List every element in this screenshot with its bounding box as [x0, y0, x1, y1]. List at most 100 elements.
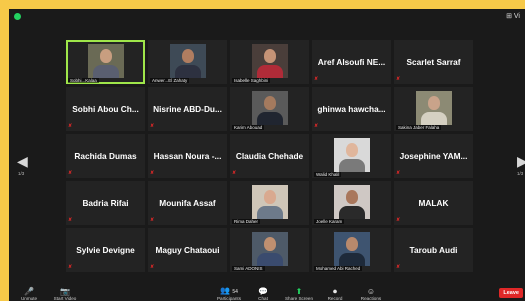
participant-video	[252, 91, 288, 125]
gallery-grid: Sobhi...Kalaa Anwer...El Zahaty Isabelle S…	[66, 40, 473, 272]
participant-tile[interactable]: Anwer...El Zahaty	[148, 40, 227, 84]
participant-tile[interactable]: Isabelle Saghbini	[230, 40, 309, 84]
participant-name: Rachida Dumas	[74, 151, 137, 161]
mic-muted-icon: ✘	[68, 217, 73, 223]
view-button[interactable]: ⊞ Vi	[506, 12, 520, 20]
participant-tile[interactable]: Aref Alsoufi NE... ✘	[312, 40, 391, 84]
share-screen-button[interactable]: ⬆ Share Screen	[281, 288, 317, 301]
unmute-button[interactable]: 🎤 Unmute	[11, 288, 47, 301]
record-label: Record	[327, 296, 343, 301]
participant-caption: Joelle Karam	[314, 219, 345, 224]
participant-video	[334, 185, 370, 219]
participant-tile[interactable]: Josephine YAM... ✘	[394, 134, 473, 178]
participants-button[interactable]: 👥 54 Participants	[211, 287, 247, 301]
mic-muted-icon: ✘	[150, 170, 155, 176]
participant-tile[interactable]: Sobhi...Kalaa	[66, 40, 145, 84]
participant-video	[170, 44, 206, 78]
participant-tile[interactable]: Rachida Dumas ✘	[66, 134, 145, 178]
participant-tile[interactable]: Badria Rifai ✘	[66, 181, 145, 225]
participant-name: Badria Rifai	[82, 198, 129, 208]
participant-tile[interactable]: MALAK ✘	[394, 181, 473, 225]
prev-page-arrow-icon[interactable]: ◀	[17, 153, 28, 170]
participant-video	[252, 232, 288, 266]
participant-tile[interactable]: Taroub Audi ✘	[394, 228, 473, 272]
reactions-button[interactable]: ☺ Reactions	[353, 288, 389, 301]
participant-video	[252, 44, 288, 78]
participant-tile[interactable]: Sylvie Devigne ✘	[66, 228, 145, 272]
meeting-toolbar: 🎤 Unmute 📷 Start Video 👥 54 Participants…	[9, 287, 525, 301]
share-screen-label: Share Screen	[284, 296, 314, 301]
security-shield-icon[interactable]	[14, 13, 21, 20]
participant-video	[334, 232, 370, 266]
record-icon: ⏺	[333, 287, 337, 296]
mic-muted-icon: ✘	[68, 170, 73, 176]
participant-tile[interactable]: Walid Khalil	[312, 134, 391, 178]
camera-icon: 📷	[60, 287, 70, 296]
participant-name: ghinwa hawcha...	[317, 104, 386, 114]
participant-caption: Sobhi...Kalaa	[68, 78, 99, 83]
participant-caption: Rima Daher	[232, 219, 261, 224]
leave-button[interactable]: Leave	[499, 288, 523, 298]
next-page-arrow-icon[interactable]: ▶	[517, 153, 525, 170]
reactions-icon: ☺	[366, 287, 376, 296]
participant-tile[interactable]: Maguy Chataoui ✘	[148, 228, 227, 272]
participant-tile[interactable]: Joelle Karam	[312, 181, 391, 225]
participant-name: Sobhi Abou Ch...	[72, 104, 139, 114]
start-video-label: Start Video	[53, 296, 77, 301]
mic-muted-icon: ✘	[314, 123, 319, 129]
participant-name: Scarlet Sarraf	[406, 57, 461, 67]
chat-label: Chat	[258, 296, 268, 301]
participant-tile[interactable]: Claudia Chehade ✘	[230, 134, 309, 178]
mic-muted-icon: ✘	[150, 264, 155, 270]
mic-muted-icon: ✘	[396, 264, 401, 270]
record-button[interactable]: ⏺ Record	[317, 288, 353, 301]
participant-tile[interactable]: Sami ADONIS	[230, 228, 309, 272]
mic-muted-icon: ✘	[150, 123, 155, 129]
participant-name: Josephine YAM...	[399, 151, 468, 161]
participant-tile[interactable]: Scarlet Sarraf ✘	[394, 40, 473, 84]
participant-name: MALAK	[418, 198, 449, 208]
microphone-icon: 🎤	[24, 287, 34, 296]
chat-icon: 💬	[258, 287, 268, 296]
prev-page-label: 1/3	[18, 171, 25, 176]
participants-icon: 👥 54	[220, 286, 238, 296]
participant-caption: Isabelle Saghbini	[232, 78, 271, 83]
participant-tile[interactable]: Sakina Jaber Falaha	[394, 87, 473, 131]
participant-name: Sylvie Devigne	[76, 245, 135, 255]
mic-muted-icon: ✘	[396, 76, 401, 82]
participant-caption: Anwer...El Zahaty	[150, 78, 190, 83]
participant-tile[interactable]: Karim Abouad	[230, 87, 309, 131]
participant-video	[416, 91, 452, 125]
mic-muted-icon: ✘	[68, 264, 73, 270]
participant-tile[interactable]: Mohamed Abi Rached	[312, 228, 391, 272]
chat-button[interactable]: 💬 Chat	[245, 288, 281, 301]
unmute-label: Unmute	[20, 296, 38, 301]
mic-muted-icon: ✘	[396, 217, 401, 223]
participant-name: Claudia Chehade	[235, 151, 304, 161]
participant-name: Mounifa Assaf	[159, 198, 216, 208]
participant-caption: Mohamed Abi Rached	[314, 266, 363, 271]
mic-muted-icon: ✘	[396, 170, 401, 176]
participant-video	[88, 44, 124, 78]
participant-video	[252, 185, 288, 219]
participant-tile[interactable]: Rima Daher	[230, 181, 309, 225]
participant-tile[interactable]: Nisrine ABD-Du... ✘	[148, 87, 227, 131]
participant-name: Maguy Chataoui	[155, 245, 220, 255]
start-video-button[interactable]: 📷 Start Video	[47, 288, 83, 301]
participant-video	[334, 138, 370, 172]
participant-tile[interactable]: Mounifa Assaf ✘	[148, 181, 227, 225]
participant-tile[interactable]: Sobhi Abou Ch... ✘	[66, 87, 145, 131]
participant-name: Aref Alsoufi NE...	[317, 57, 386, 67]
participant-caption: Sakina Jaber Falaha	[396, 125, 442, 130]
participants-label: Participants	[216, 296, 241, 301]
mic-muted-icon: ✘	[68, 123, 73, 129]
participant-name: Taroub Audi	[409, 245, 458, 255]
participant-tile[interactable]: ghinwa hawcha... ✘	[312, 87, 391, 131]
top-bar: ⊞ Vi	[9, 9, 525, 27]
mic-muted-icon: ✘	[232, 170, 237, 176]
next-page-label: 1/3	[517, 171, 524, 176]
participant-name: Nisrine ABD-Du...	[153, 104, 222, 114]
participants-count: 54	[232, 289, 238, 295]
share-screen-icon: ⬆	[295, 287, 303, 296]
participant-tile[interactable]: Hassan Noura -... ✘	[148, 134, 227, 178]
